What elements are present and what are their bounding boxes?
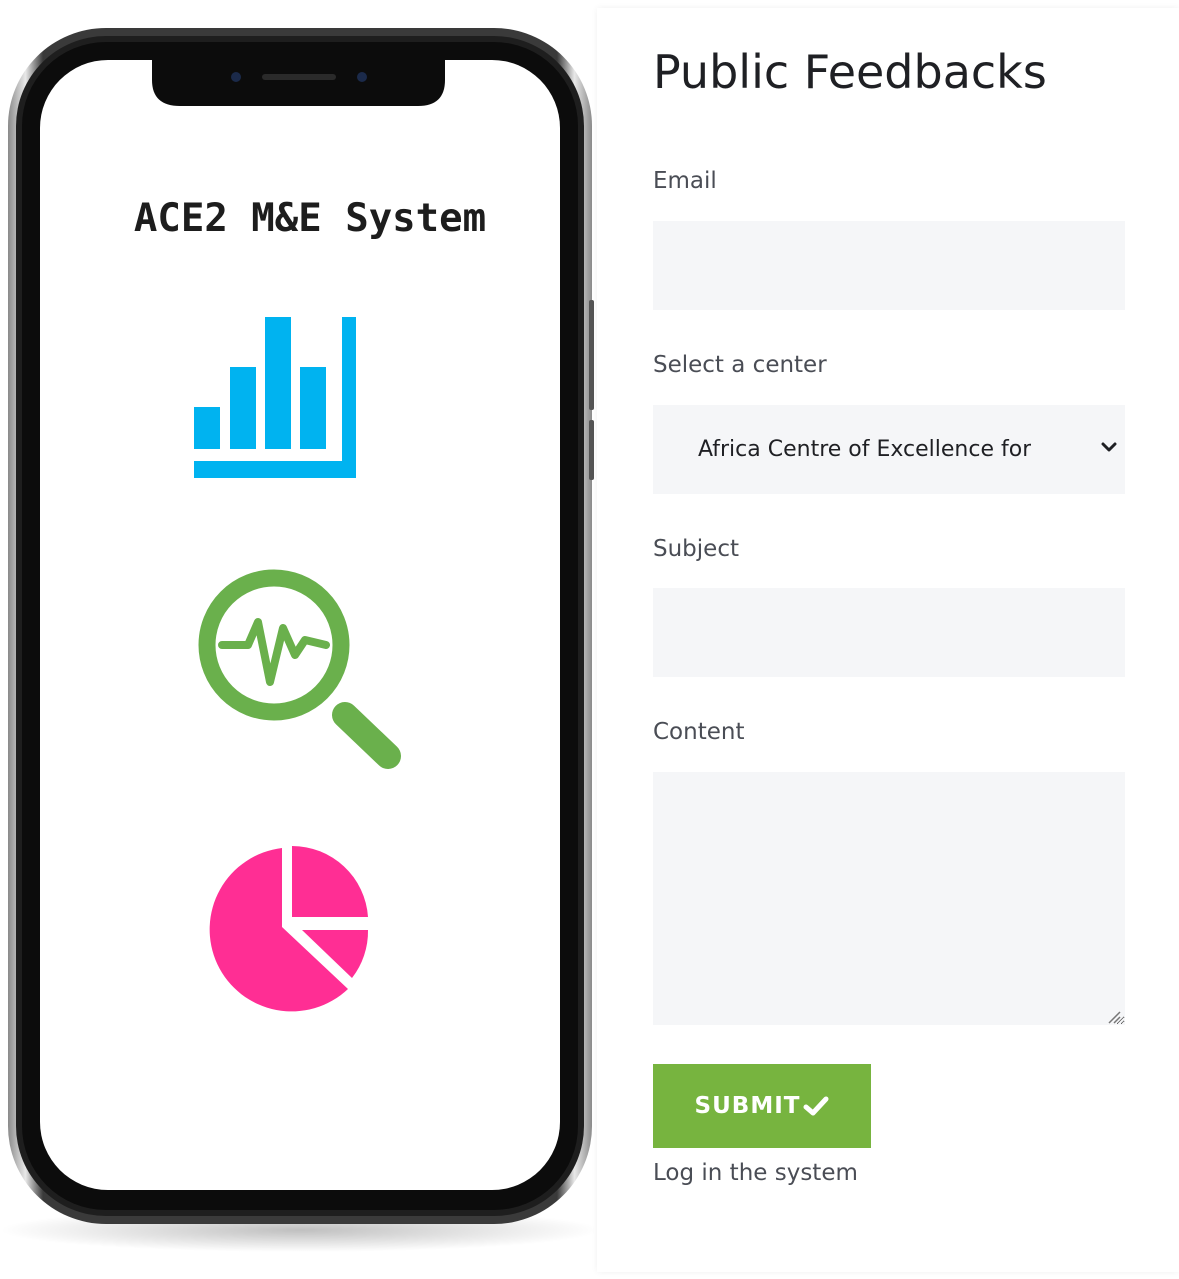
center-select[interactable]: Africa Centre of Excellence for xyxy=(653,405,1125,494)
checkmark-icon xyxy=(803,1096,829,1116)
email-field[interactable] xyxy=(653,221,1125,310)
center-select-value: Africa Centre of Excellence for xyxy=(698,437,1032,462)
content-label: Content xyxy=(653,719,745,745)
submit-label: SUBMIT xyxy=(694,1093,801,1119)
resize-grip-icon[interactable] xyxy=(1105,1008,1121,1024)
phone-frame xyxy=(0,28,600,1252)
subject-field[interactable] xyxy=(653,588,1125,677)
subject-label: Subject xyxy=(653,536,739,562)
email-label: Email xyxy=(653,168,717,194)
page-title: Public Feedbacks xyxy=(653,45,1047,99)
center-label: Select a center xyxy=(653,352,827,378)
submit-button[interactable]: SUBMIT xyxy=(653,1064,871,1148)
chevron-down-icon xyxy=(1101,442,1117,452)
login-link[interactable]: Log in the system xyxy=(653,1160,858,1186)
content-textarea[interactable] xyxy=(653,772,1125,1025)
phone-screen-title: ACE2 M&E System xyxy=(133,196,487,241)
feedback-form: Public Feedbacks Email Select a center A… xyxy=(597,8,1179,1272)
phone-illustration: ACE2 M&E System xyxy=(0,0,600,1279)
